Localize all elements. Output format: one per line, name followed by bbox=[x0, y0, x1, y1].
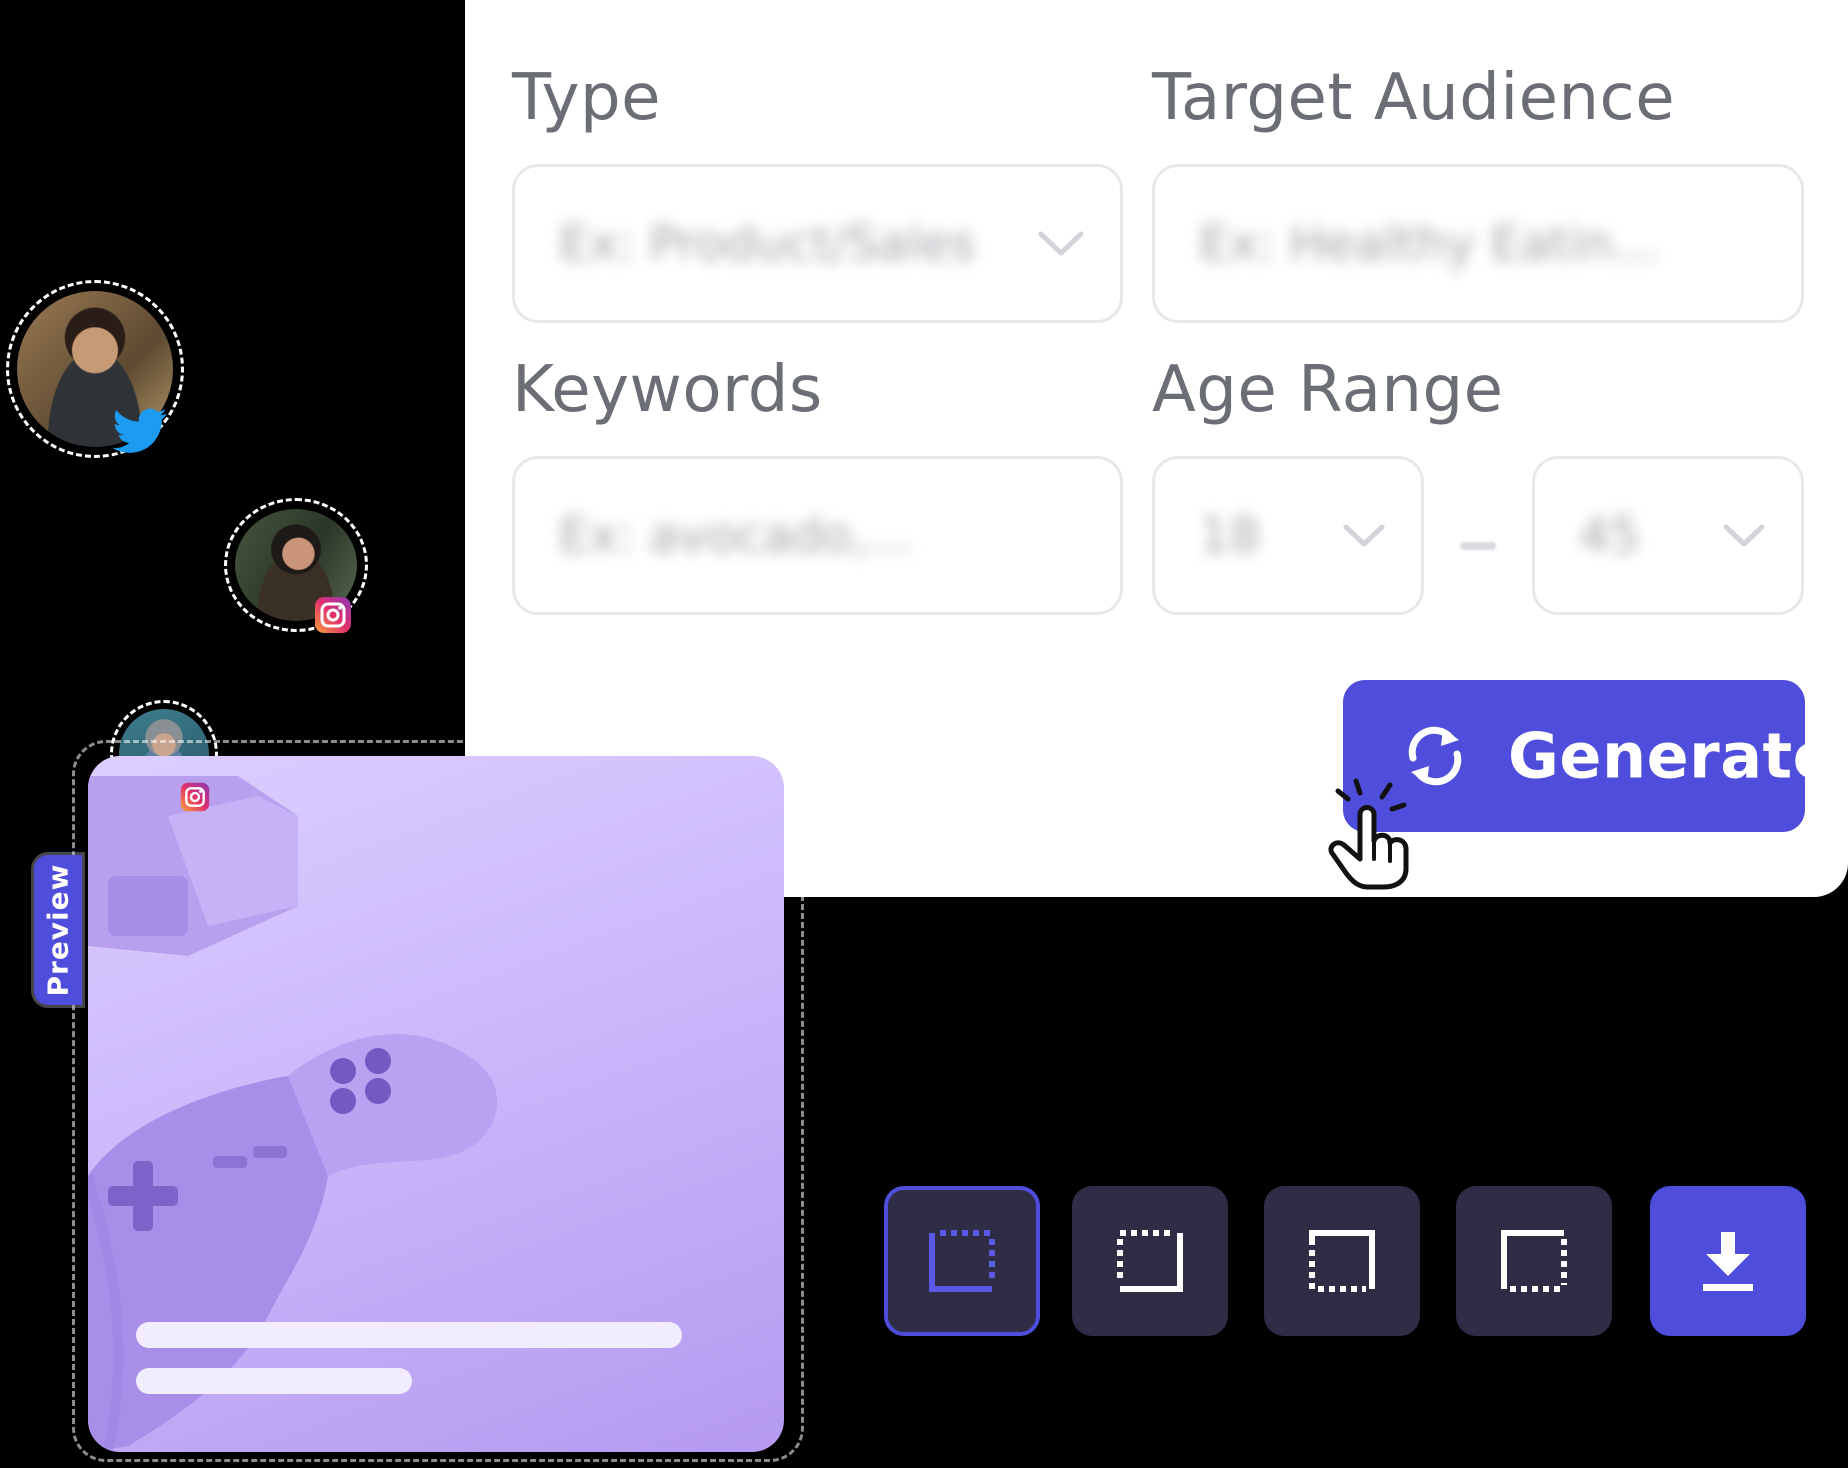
layout-top-right-button[interactable] bbox=[1264, 1186, 1420, 1336]
type-label: Type bbox=[512, 61, 661, 135]
keywords-value: Ex: avocado,... bbox=[559, 507, 914, 564]
keywords-input[interactable]: Ex: avocado,... bbox=[512, 456, 1123, 615]
instagram-icon bbox=[315, 597, 351, 633]
age-min-select[interactable]: 18 bbox=[1152, 456, 1424, 615]
layout-bottom-left-button[interactable] bbox=[884, 1186, 1040, 1336]
age-min-value: 18 bbox=[1199, 507, 1261, 564]
chevron-down-icon bbox=[1343, 524, 1385, 546]
age-range-label: Age Range bbox=[1152, 353, 1504, 427]
chevron-down-icon bbox=[1038, 231, 1084, 255]
type-select-value: Ex: Product/Sales bbox=[559, 215, 976, 272]
download-icon bbox=[1703, 1232, 1753, 1291]
preview-tab-label: Preview bbox=[41, 863, 75, 997]
layout-bottom-right-button[interactable] bbox=[1072, 1186, 1228, 1336]
keywords-label: Keywords bbox=[512, 353, 823, 427]
target-audience-input[interactable]: Ex: Healthy Eatin... bbox=[1152, 164, 1804, 323]
frame-bottom-left-icon bbox=[929, 1230, 995, 1292]
instagram-icon bbox=[180, 782, 210, 812]
age-max-value: 45 bbox=[1579, 507, 1641, 564]
age-max-select[interactable]: 45 bbox=[1532, 456, 1804, 615]
caption-line bbox=[136, 1322, 682, 1348]
type-select[interactable]: Ex: Product/Sales bbox=[512, 164, 1123, 323]
generate-button-label: Generate bbox=[1508, 719, 1836, 793]
frame-bottom-right-icon bbox=[1117, 1230, 1183, 1292]
hand-cursor-icon bbox=[1328, 778, 1409, 890]
preview-image-card bbox=[88, 756, 784, 1452]
target-audience-value: Ex: Healthy Eatin... bbox=[1199, 215, 1659, 272]
preview-tab[interactable]: Preview bbox=[34, 855, 82, 1005]
download-button[interactable] bbox=[1650, 1186, 1806, 1336]
twitter-icon bbox=[112, 408, 167, 453]
frame-top-left-icon bbox=[1309, 1230, 1375, 1292]
chevron-down-icon bbox=[1723, 524, 1765, 546]
caption-line-short bbox=[136, 1368, 412, 1394]
layout-top-left-button[interactable] bbox=[1456, 1186, 1612, 1336]
age-range-separator bbox=[1460, 542, 1496, 550]
target-audience-label: Target Audience bbox=[1152, 61, 1676, 135]
frame-top-right-icon bbox=[1501, 1230, 1567, 1292]
